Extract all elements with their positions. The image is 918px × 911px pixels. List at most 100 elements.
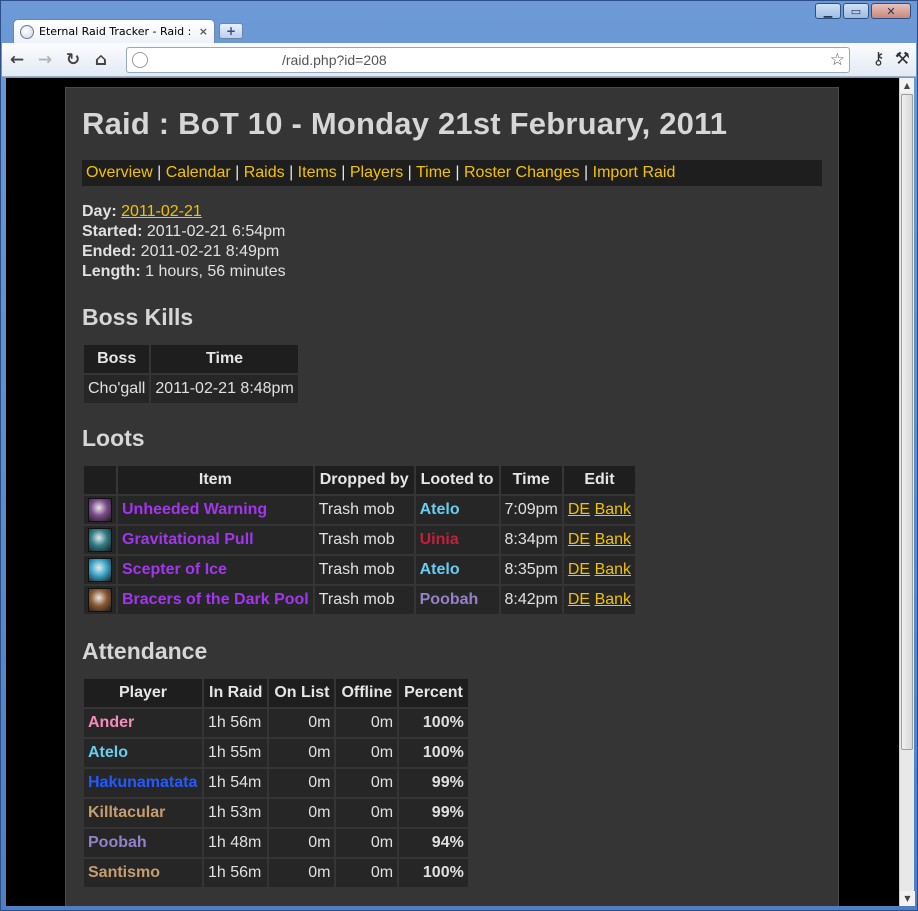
looted-to[interactable]: Poobah [415,586,499,614]
scroll-up-arrow-icon[interactable]: ▲ [900,78,914,93]
new-tab-button[interactable]: + [219,23,243,39]
offline: 0m [336,859,398,887]
boss-kills-table: Boss Time Cho'gall 2011-02-21 8:48pm [82,343,300,405]
in-raid: 1h 54m [204,769,268,797]
started-label: Started: [82,223,143,240]
item-icon-cell [84,556,116,584]
home-icon[interactable]: ⌂ [88,47,114,73]
item-name[interactable]: Gravitational Pull [118,526,313,554]
nav-import-raid[interactable]: Import Raid [593,164,676,181]
player-name[interactable]: Killtacular [84,799,202,827]
bank-link[interactable]: Bank [595,561,631,578]
ended-value: 2011-02-21 8:49pm [140,243,280,260]
looted-to[interactable]: Uinia [415,526,499,554]
bank-link[interactable]: Bank [595,531,631,548]
table-row: Ander 1h 56m 0m 0m 100% [84,709,468,737]
edit-cell: DE Bank [563,556,636,584]
bookmark-star-icon[interactable]: ☆ [830,50,845,70]
in-raid: 1h 48m [204,829,268,857]
dropped-by: Trash mob [314,556,414,584]
scrollbar-thumb[interactable] [901,94,913,750]
bank-link[interactable]: Bank [595,501,631,518]
day-link[interactable]: 2011-02-21 [121,203,202,220]
offline: 0m [336,829,398,857]
player-name[interactable]: Atelo [84,739,202,767]
scroll-down-arrow-icon[interactable]: ▼ [900,891,915,906]
time-header: Time [151,345,298,373]
icon-header [84,466,116,494]
tab-title: Eternal Raid Tracker - Raid : BoT [39,25,195,38]
de-link[interactable]: DE [568,561,590,578]
de-link[interactable]: DE [568,591,590,608]
item-name[interactable]: Bracers of the Dark Pool [118,586,313,614]
loot-time: 8:42pm [500,586,562,614]
player-name[interactable]: Santismo [84,859,202,887]
offline-header: Offline [336,679,398,707]
percent: 94% [399,829,468,857]
bank-link[interactable]: Bank [595,591,631,608]
player-header: Player [84,679,202,707]
pull-icon[interactable] [88,528,112,552]
ended-label: Ended: [82,243,137,260]
length-value: 1 hours, 56 minutes [145,263,286,280]
edit-cell: DE Bank [563,496,636,524]
started-value: 2011-02-21 6:54pm [146,223,286,240]
item-icon-cell [84,586,116,614]
nav-items[interactable]: Items [298,164,337,181]
player-name[interactable]: Hakunamatata [84,769,202,797]
de-link[interactable]: DE [568,501,590,518]
player-name[interactable]: Poobah [84,829,202,857]
item-icon-cell [84,526,116,554]
on-list: 0m [269,709,335,737]
back-arrow-icon[interactable]: ← [4,47,30,73]
nav-raids[interactable]: Raids [244,164,285,181]
item-name[interactable]: Scepter of Ice [118,556,313,584]
tab-close-icon[interactable]: × [199,25,208,38]
browser-window: ▁ ▭ ✕ Eternal Raid Tracker - Raid : BoT … [0,0,918,911]
nav-roster-changes[interactable]: Roster Changes [464,164,580,181]
loot-time: 8:34pm [500,526,562,554]
de-link[interactable]: DE [568,531,590,548]
vertical-scrollbar[interactable]: ▲ ▼ [899,78,915,906]
looted-to[interactable]: Atelo [415,556,499,584]
table-row: Poobah 1h 48m 0m 0m 94% [84,829,468,857]
page-menu-icon[interactable]: ⚷ [872,49,884,69]
in-raid: 1h 53m [204,799,268,827]
browser-tab[interactable]: Eternal Raid Tracker - Raid : BoT × [13,19,215,43]
address-url[interactable]: /raid.php?id=208 [154,52,387,68]
on-list: 0m [269,769,335,797]
wrench-icon[interactable]: ⚒ [895,49,910,69]
nav-overview[interactable]: Overview [86,164,153,181]
table-row: Santismo 1h 56m 0m 0m 100% [84,859,468,887]
boss-name: Cho'gall [84,375,150,403]
player-name[interactable]: Ander [84,709,202,737]
dropped-by-header: Dropped by [314,466,414,494]
address-bar[interactable]: /raid.php?id=208 ☆ [126,47,850,73]
looted-to[interactable]: Atelo [415,496,499,524]
boss-header: Boss [84,345,150,373]
table-row: Killtacular 1h 53m 0m 0m 99% [84,799,468,827]
on-list: 0m [269,739,335,767]
bracers-icon[interactable] [88,588,112,612]
nav-calendar[interactable]: Calendar [166,164,231,181]
raid-info: Day: 2011-02-21 Started: 2011-02-21 6:54… [82,202,822,282]
scepter-icon[interactable] [88,558,112,582]
table-row: Atelo 1h 55m 0m 0m 100% [84,739,468,767]
nav-players[interactable]: Players [350,164,403,181]
forward-arrow-icon[interactable]: → [32,47,58,73]
nav-time[interactable]: Time [416,164,451,181]
offline: 0m [336,709,398,737]
reload-icon[interactable]: ↻ [60,47,86,73]
site-nav: Overview | Calendar | Raids | Items | Pl… [82,160,822,186]
on-list: 0m [269,829,335,857]
day-label: Day: [82,203,117,220]
item-name[interactable]: Unheeded Warning [118,496,313,524]
loot-time: 8:35pm [500,556,562,584]
in-raid: 1h 56m [204,709,268,737]
table-row: Hakunamatata 1h 54m 0m 0m 99% [84,769,468,797]
page-icon [132,52,148,68]
offline: 0m [336,769,398,797]
attendance-heading: Attendance [82,638,208,664]
browser-toolbar: ← → ↻ ⌂ /raid.php?id=208 ☆ ⚷ ⚒ [2,43,916,77]
warning-icon[interactable] [88,498,112,522]
